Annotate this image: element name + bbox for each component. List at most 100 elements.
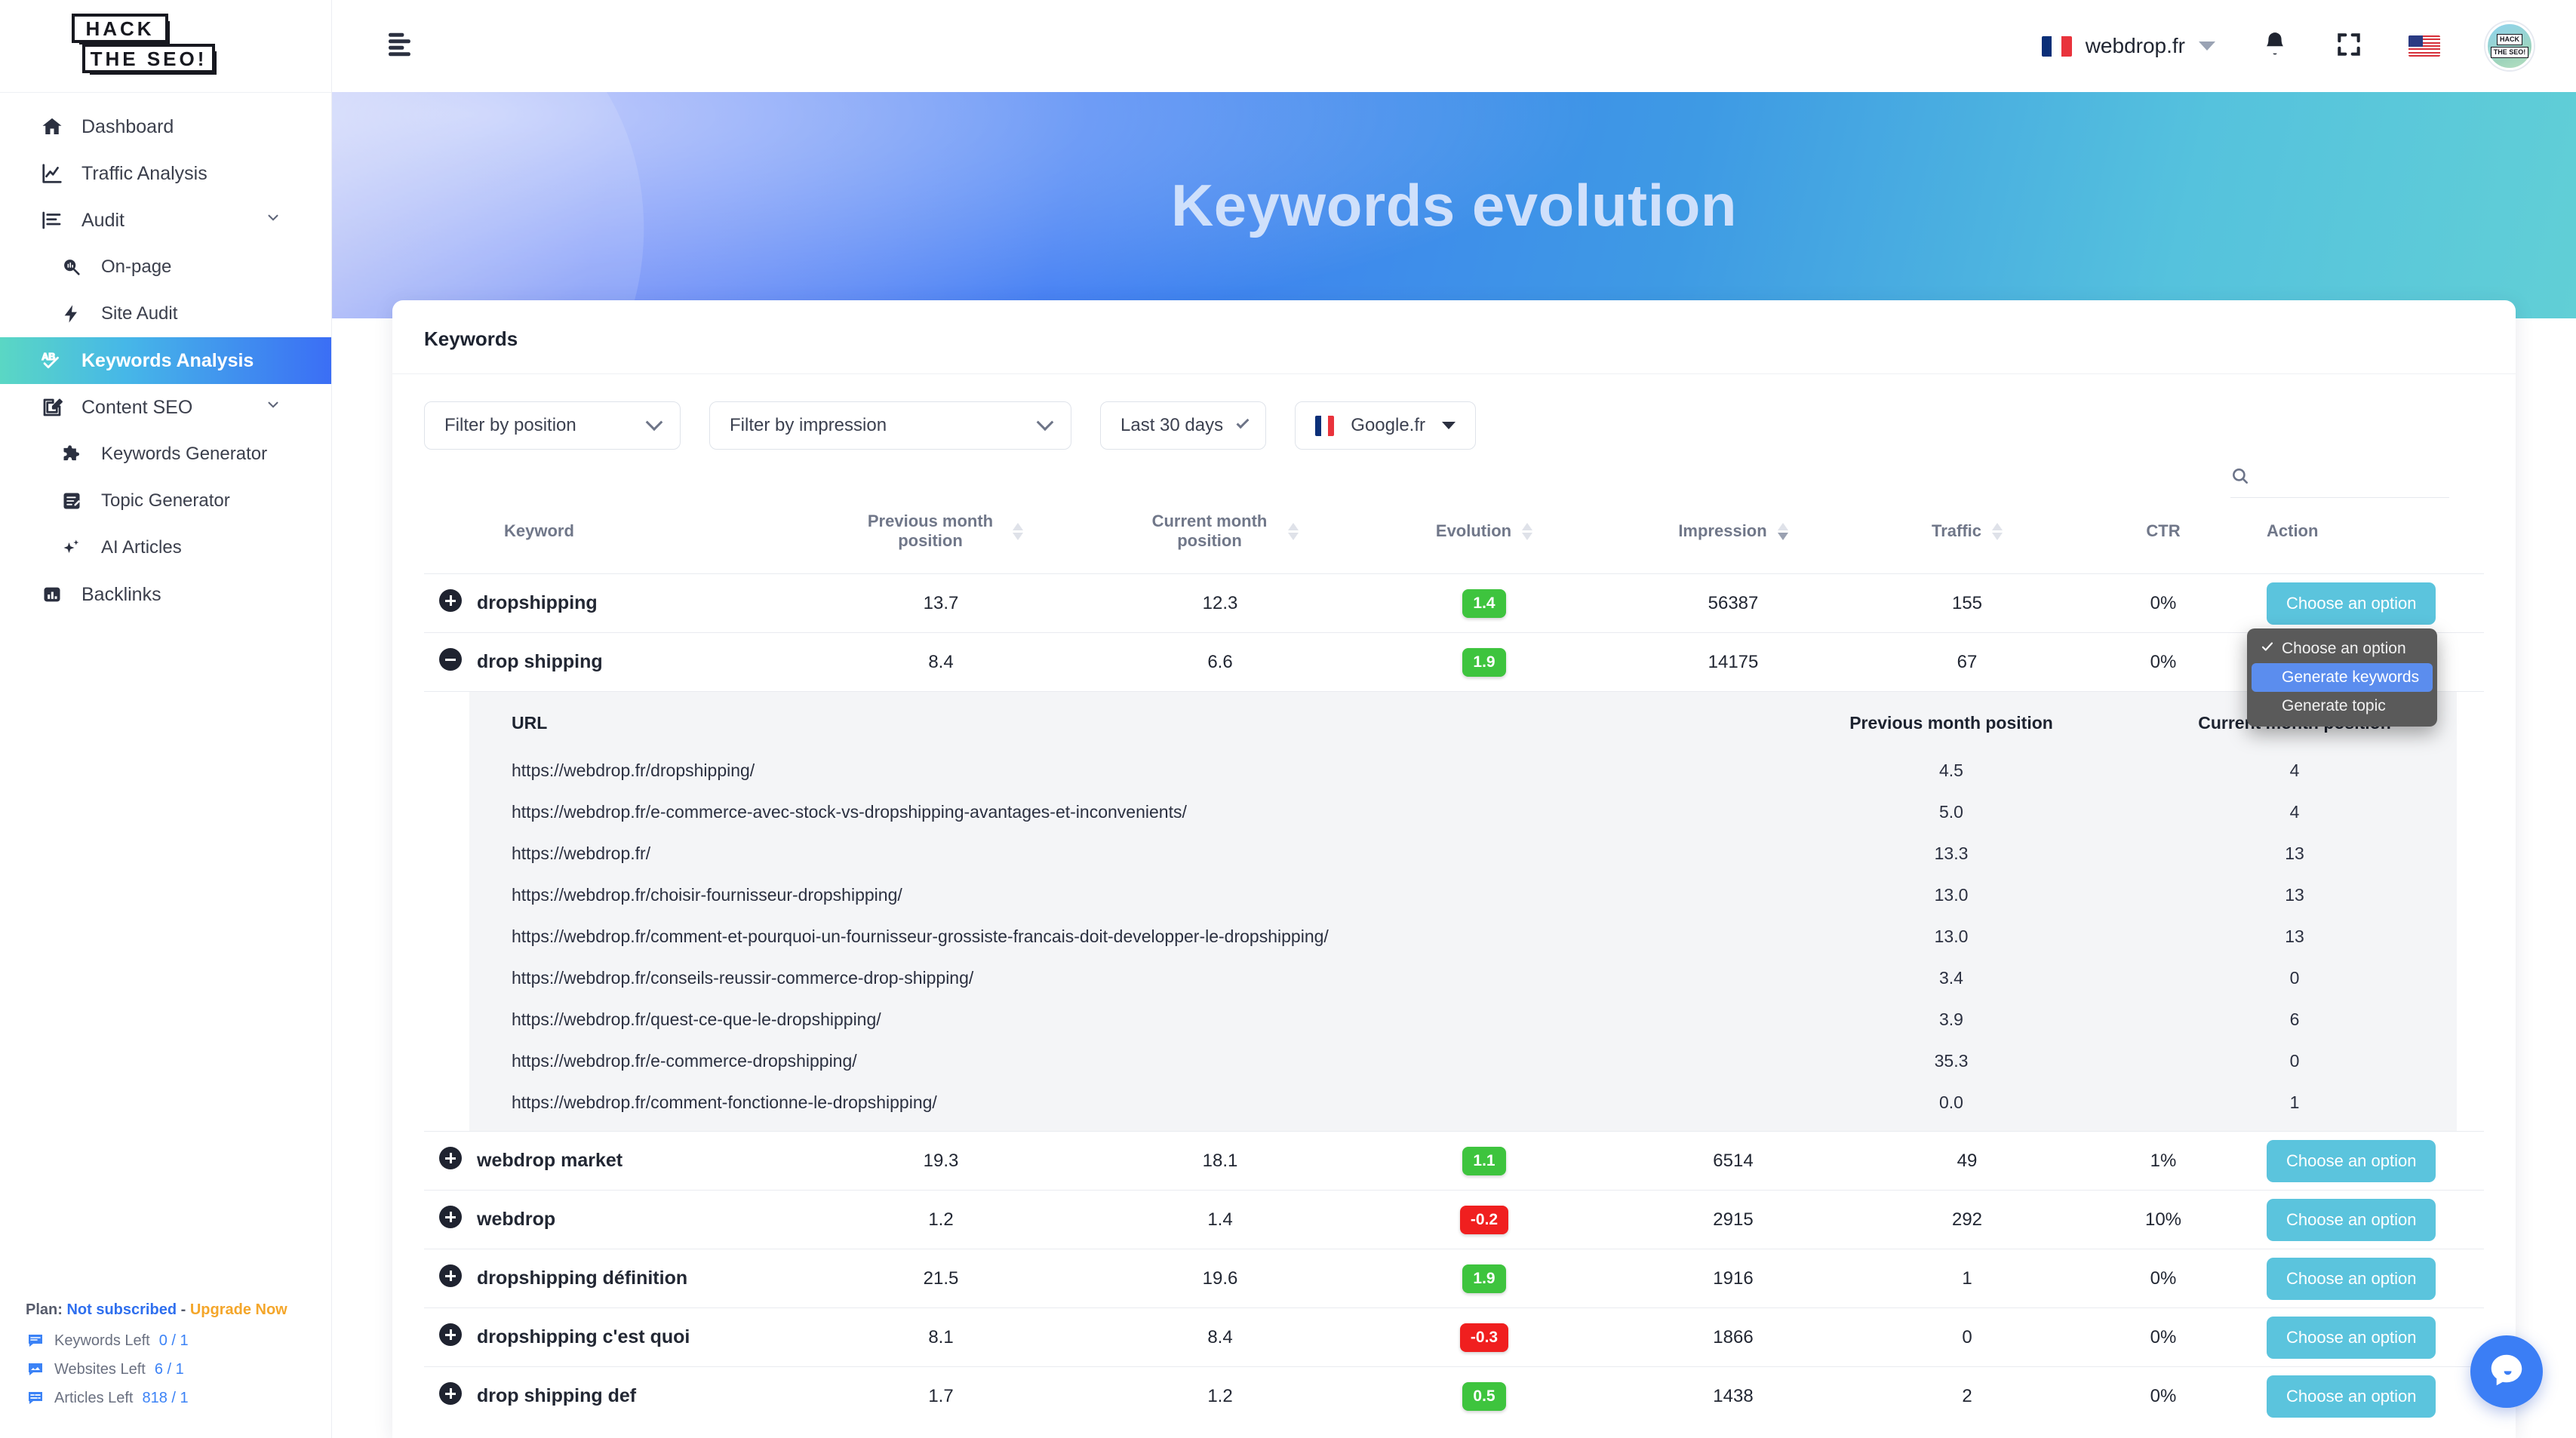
cell-sub-curr: 13 [2285,843,2304,863]
table-row[interactable]: drop shipping def 1.7 1.2 0.5 1438 2 0% … [424,1366,2484,1426]
avatar-logo-icon: HACK THE SEO! [2490,34,2529,58]
hamburger-icon[interactable] [385,32,418,61]
choose-an-option-button[interactable]: Choose an option [2267,1375,2436,1418]
expand-row-icon[interactable] [439,1206,462,1228]
table-row[interactable]: webdrop 1.2 1.4 -0.2 2915 292 10% Choose… [424,1190,2484,1249]
cell-url[interactable]: https://webdrop.fr/e-commerce-avec-stock… [469,791,1770,833]
sidebar-item-site-audit[interactable]: Site Audit [0,290,331,337]
cell-previous-position: 13.7 [801,573,1081,633]
flag-fr-icon [1315,415,1335,436]
sidebar-item-dashboard[interactable]: Dashboard [0,103,331,150]
cell-traffic: 0 [1858,1307,2076,1367]
th-current-month-position[interactable]: Current month position [1081,498,1360,574]
cell-url[interactable]: https://webdrop.fr/quest-ce-que-le-drops… [469,999,1770,1040]
brand-logo[interactable]: HACK THE SEO! [0,0,331,92]
th-label: Current month position [1151,512,1268,550]
sidebar-item-content-seo[interactable]: Content SEO [0,384,331,431]
sort-icon-active[interactable] [1777,522,1788,540]
url-row[interactable]: https://webdrop.fr/dropshipping/4.5 4 [469,750,2457,791]
th-keyword[interactable]: Keyword [477,498,801,574]
flag-us-icon[interactable] [2408,35,2440,57]
row-expand-cell [424,1366,477,1426]
expand-row-icon[interactable] [439,1323,462,1346]
chat-bubble-icon [2486,1350,2527,1394]
url-row[interactable]: https://webdrop.fr/comment-fonctionne-le… [469,1082,2457,1123]
cell-url[interactable]: https://webdrop.fr/e-commerce-dropshippi… [469,1040,1770,1082]
sidebar-item-on-page[interactable]: On-page [0,244,331,290]
status-badge: 1.1 [1462,1146,1506,1175]
sidebar-item-keywords-analysis[interactable]: AB Keywords Analysis [0,337,331,384]
avatar-line-1: HACK [2496,34,2522,45]
chevron-down-icon[interactable] [265,397,281,419]
avatar[interactable]: HACK THE SEO! [2485,22,2534,70]
cell-ctr: 0% [2076,1366,2250,1426]
sort-icon[interactable] [1288,522,1299,540]
filter-by-impression-select[interactable]: Filter by impression [709,401,1071,450]
url-row[interactable]: https://webdrop.fr/13.3 13 [469,833,2457,874]
sidebar: HACK THE SEO! Dashboard Traffic Analysis [0,0,332,1438]
sort-icon[interactable] [1992,522,2003,540]
sort-icon[interactable] [1522,522,1533,540]
choose-an-option-button[interactable]: Choose an option [2267,1257,2436,1300]
table-row[interactable]: drop shipping 8.4 6.6 1.9 14175 67 0% [424,632,2484,692]
cell-previous-position: 8.1 [801,1307,1081,1367]
chat-launcher-button[interactable] [2470,1335,2543,1408]
choose-an-option-button[interactable]: Choose an option [2267,1139,2436,1182]
menu-item-generate-keywords[interactable]: Generate keywords [2252,663,2433,692]
choose-an-option-button[interactable]: Choose an option [2267,1198,2436,1241]
th-previous-month-position[interactable]: Previous month position [801,498,1081,574]
search-input[interactable] [2258,468,2449,488]
cell-sub-prev: 35.3 [1934,1051,1969,1071]
expand-row-icon[interactable] [439,589,462,612]
sidebar-item-keywords-generator[interactable]: Keywords Generator [0,431,331,478]
ab-check-icon: AB [38,349,66,372]
expand-row-icon[interactable] [439,1264,462,1287]
cell-url[interactable]: https://webdrop.fr/comment-fonctionne-le… [469,1082,1770,1123]
svg-text:AB: AB [41,352,55,362]
notifications-button[interactable] [2261,30,2289,63]
sidebar-item-backlinks[interactable]: Backlinks [0,571,331,618]
image-message-icon [26,1360,45,1379]
url-row[interactable]: https://webdrop.fr/e-commerce-avec-stock… [469,791,2457,833]
table-row[interactable]: dropshipping c'est quoi 8.1 8.4 -0.3 186… [424,1307,2484,1367]
url-row[interactable]: https://webdrop.fr/quest-ce-que-le-drops… [469,999,2457,1040]
sidebar-item-topic-generator[interactable]: Topic Generator [0,478,331,524]
url-row[interactable]: https://webdrop.fr/e-commerce-dropshippi… [469,1040,2457,1082]
fullscreen-button[interactable] [2335,30,2363,63]
cell-url[interactable]: https://webdrop.fr/choisir-fournisseur-d… [469,874,1770,916]
menu-item-generate-topic[interactable]: Generate topic [2252,692,2433,721]
filter-by-position-select[interactable]: Filter by position [424,401,681,450]
cell-traffic: 292 [1858,1190,2076,1249]
sort-icon[interactable] [1013,522,1023,540]
cell-url[interactable]: https://webdrop.fr/conseils-reussir-comm… [469,957,1770,999]
expand-row-icon[interactable] [439,1382,462,1406]
url-row[interactable]: https://webdrop.fr/choisir-fournisseur-d… [469,874,2457,916]
table-row[interactable]: dropshipping 13.7 12.3 1.4 56387 155 0% … [424,573,2484,633]
choose-an-option-button[interactable]: Choose an option [2267,1316,2436,1359]
date-range-select[interactable]: Last 30 days [1100,401,1266,450]
search-engine-select[interactable]: Google.fr [1295,401,1476,450]
menu-item-choose-an-option[interactable]: Choose an option [2252,635,2433,663]
th-ctr[interactable]: CTR [2076,498,2250,574]
th-traffic[interactable]: Traffic [1858,498,2076,574]
site-selector[interactable]: webdrop.fr [2041,34,2215,58]
upgrade-now-link[interactable]: Upgrade Now [190,1301,287,1318]
sidebar-item-traffic-analysis[interactable]: Traffic Analysis [0,150,331,197]
chevron-down-icon[interactable] [265,210,281,232]
quota-value: 818 / 1 [142,1389,189,1406]
cell-url[interactable]: https://webdrop.fr/ [469,833,1770,874]
table-row[interactable]: dropshipping définition 21.5 19.6 1.9 19… [424,1249,2484,1308]
cell-url[interactable]: https://webdrop.fr/dropshipping/ [469,750,1770,791]
collapse-row-icon[interactable] [439,648,462,671]
th-impression[interactable]: Impression [1609,498,1858,574]
expand-row-icon[interactable] [439,1147,462,1169]
search-box[interactable] [2230,466,2449,498]
th-evolution[interactable]: Evolution [1360,498,1609,574]
choose-an-option-button[interactable]: Choose an option [2267,582,2436,625]
url-row[interactable]: https://webdrop.fr/conseils-reussir-comm… [469,957,2457,999]
url-row[interactable]: https://webdrop.fr/comment-et-pourquoi-u… [469,916,2457,957]
sidebar-item-audit[interactable]: Audit [0,197,331,244]
cell-url[interactable]: https://webdrop.fr/comment-et-pourquoi-u… [469,916,1770,957]
sidebar-item-ai-articles[interactable]: AI Articles [0,524,331,571]
table-row[interactable]: webdrop market 19.3 18.1 1.1 6514 49 1% … [424,1131,2484,1191]
